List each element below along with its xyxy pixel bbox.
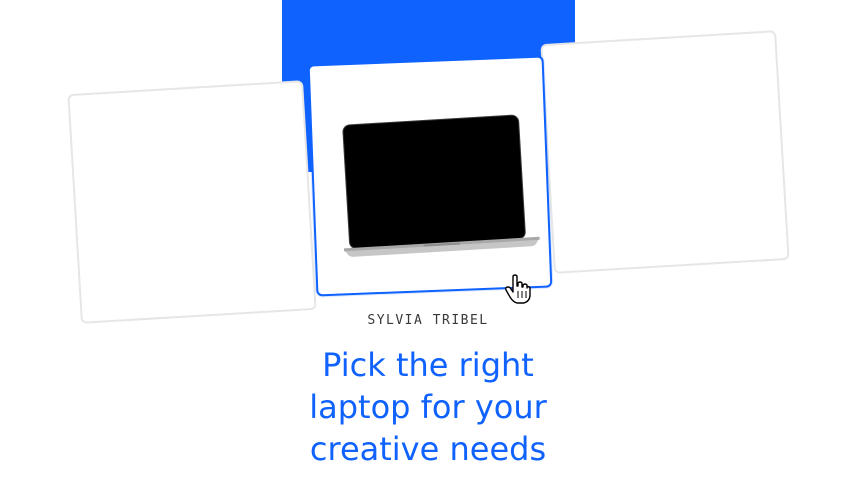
author-byline: SYLVIA TRIBEL <box>367 313 489 328</box>
title-line-3: creative needs <box>309 430 547 468</box>
article-title[interactable]: Pick the right laptop for your creative … <box>228 344 628 470</box>
laptop-icon <box>336 112 540 263</box>
card-right[interactable] <box>540 30 790 274</box>
promo-stage: SYLVIA TRIBEL Pick the right laptop for … <box>0 0 856 480</box>
hand-pointer-icon <box>505 274 531 304</box>
card-left[interactable] <box>67 80 317 324</box>
title-line-2: laptop for your <box>309 388 547 426</box>
title-line-1: Pick the right <box>322 346 534 384</box>
card-center-selected[interactable] <box>307 55 553 297</box>
